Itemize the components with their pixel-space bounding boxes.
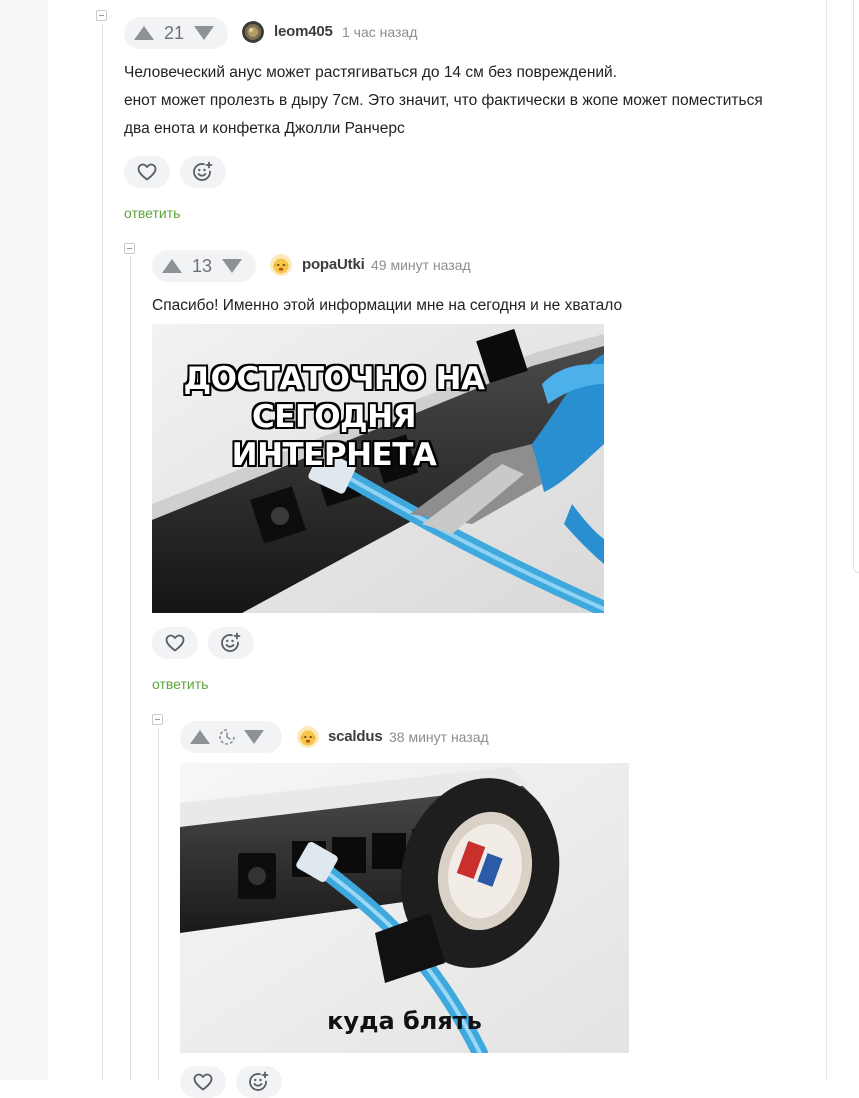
caption-line: ДОСТАТОЧНО НА [183,361,485,397]
right-sidebar [826,0,859,1080]
image-caption: ДОСТАТОЧНО НА СЕГОДНЯ ИНТЕРНЕТА [152,360,604,474]
image-caption: куда блять [327,1007,482,1035]
thread-line-level-3[interactable] [158,728,159,1080]
comment-text: Спасибо! Именно этой информации мне на с… [152,292,812,320]
downvote-icon[interactable] [244,730,264,744]
author-name[interactable]: popaUtki [302,256,365,273]
collapse-icon[interactable] [124,243,135,254]
vote-widget [180,721,282,753]
comment-image-router-cutting[interactable]: ДОСТАТОЧНО НА СЕГОДНЯ ИНТЕРНЕТА [152,324,604,613]
upvote-icon[interactable] [190,730,210,744]
timestamp[interactable]: 38 минут назад [389,729,489,745]
vote-widget: 13 [152,250,256,282]
upvote-icon[interactable] [162,259,182,273]
caption-line: СЕГОДНЯ ИНТЕРНЕТА [231,399,437,473]
collapse-icon[interactable] [152,714,163,725]
comment-line: енот может пролезть в дыру 7см. Это знач… [124,92,763,109]
upvote-icon[interactable] [134,26,154,40]
reply-link[interactable]: ответить [124,205,180,221]
add-reaction-button[interactable] [208,627,254,659]
like-button[interactable] [180,1066,226,1098]
author-name[interactable]: leom405 [274,23,333,40]
timestamp[interactable]: 49 минут назад [371,257,471,273]
comment-text: Человеческий анус может растягиваться до… [124,59,814,143]
collapse-icon[interactable] [96,10,107,21]
reply-link[interactable]: ответить [152,676,208,692]
like-button[interactable] [152,627,198,659]
thread-line-level-2[interactable] [130,256,131,1080]
pending-rating-icon [218,728,236,746]
emoji-add-icon [193,161,213,181]
downvote-icon[interactable] [194,26,215,40]
timestamp[interactable]: 1 час назад [342,24,417,40]
avatar[interactable] [242,21,264,43]
add-reaction-button[interactable] [236,1066,282,1098]
left-margin [0,0,48,1080]
comment-line: Человеческий анус может растягиваться до… [124,64,618,81]
avatar[interactable] [270,254,292,276]
comment-image-router-tape[interactable]: куда блять [180,763,629,1053]
downvote-icon[interactable] [222,259,243,273]
comment-line: два енота и конфетка Джолли Ранчерс [124,120,405,137]
emoji-add-icon [221,632,241,652]
vote-widget: 21 [124,17,228,49]
add-reaction-button[interactable] [180,156,226,188]
thread-line-level-1[interactable] [102,24,103,1080]
comment-line: Спасибо! Именно этой информации мне на с… [152,297,623,314]
rating-count: 21 [164,22,185,43]
author-name[interactable]: scaldus [328,728,383,745]
heart-icon [165,634,185,652]
like-button[interactable] [124,156,170,188]
avatar[interactable] [297,726,319,748]
heart-icon [137,163,157,181]
emoji-add-icon [249,1071,269,1091]
heart-icon [193,1073,213,1091]
rating-count: 13 [192,255,213,276]
